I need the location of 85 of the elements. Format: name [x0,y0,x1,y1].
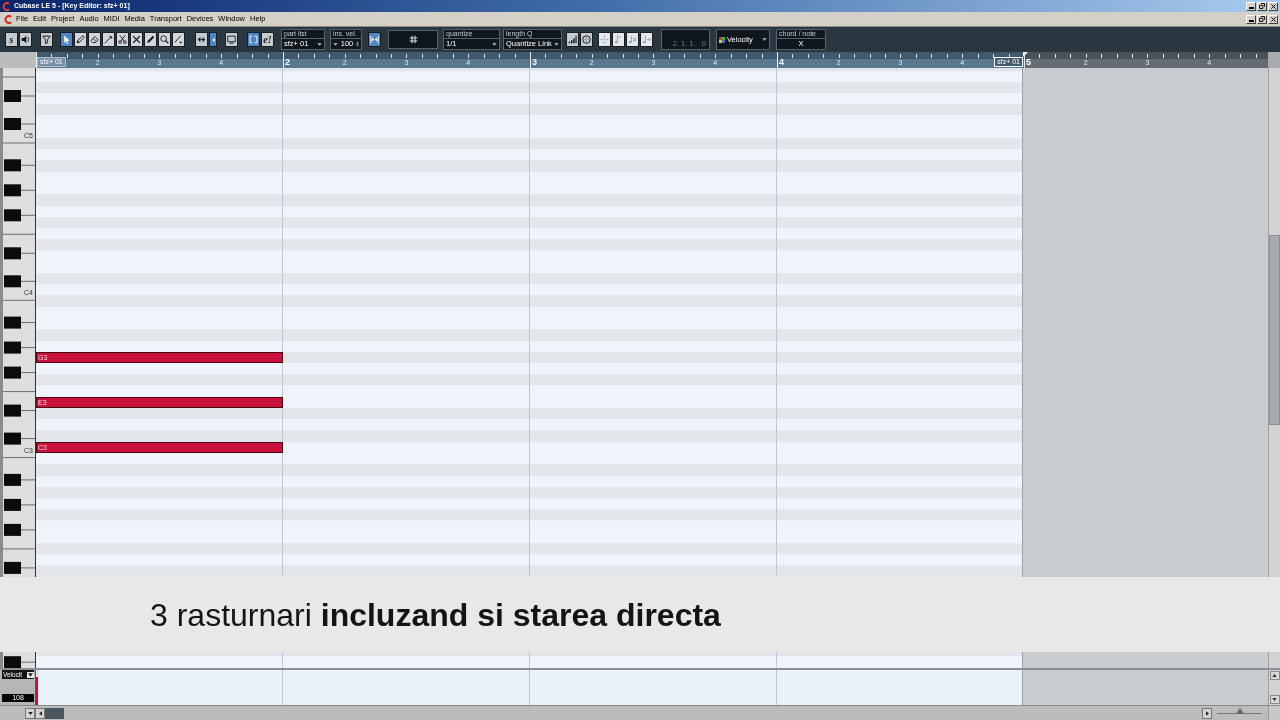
pen-icon [146,35,155,44]
note-arrow-icon [642,35,651,44]
dots-icon [600,35,609,44]
tool-button[interactable] [144,32,157,47]
caret-icon [27,711,33,715]
tool-button[interactable] [116,32,129,47]
level-bars-icon [568,35,577,44]
caret-icon [554,42,559,46]
scrollbar-thumb[interactable] [1269,235,1280,425]
close-button[interactable] [1268,14,1278,24]
minimize-button[interactable] [1246,1,1256,11]
caret-icon [762,38,767,41]
toggle-button[interactable] [225,32,238,47]
scroll-down-button[interactable] [1269,695,1280,704]
minimize-button[interactable] [1246,14,1256,24]
close-button[interactable] [1268,1,1278,11]
scissors-icon [118,35,127,44]
line-caret-icon [174,35,183,44]
end-marker-icon [1023,52,1028,57]
toggle-button[interactable]: e! [261,32,274,47]
brackets-icon [249,35,258,44]
tool-button[interactable] [74,32,87,47]
restore-button[interactable] [1257,14,1267,24]
speaker-icon [21,35,30,44]
tool-button[interactable] [60,32,73,47]
bar-number: 2 [285,58,290,67]
toggle-button[interactable] [195,32,208,47]
caret-icon [317,42,322,46]
eraser-icon [90,35,99,44]
restore-button[interactable] [1257,1,1267,11]
bar-number: 3 [532,58,537,67]
caption-text: 3 rasturnari incluzand si starea directa [150,596,721,633]
left-triangle-icon [210,35,216,44]
close-icon [1270,3,1276,9]
dropdown-button[interactable] [25,707,35,719]
minimize-icon [1248,6,1254,9]
hash-icon [408,35,418,44]
caret-icon [492,42,497,46]
hash-button[interactable] [388,30,438,49]
minimize-icon [1248,19,1254,22]
caret-icon [333,42,338,46]
tool-button[interactable] [172,32,185,47]
toggle-button[interactable] [209,32,217,47]
scrollbar-thumb[interactable] [45,707,64,719]
slider-thumb[interactable] [1235,707,1244,714]
toggle-button[interactable] [40,32,53,47]
bar-number: 4 [779,58,784,67]
caret-icon [27,671,34,678]
monitor-icon [227,35,236,44]
toggle-button[interactable]: s [5,32,18,47]
toggle-button[interactable] [368,32,381,47]
double-arrow-icon [197,35,206,44]
down-arrow-icon [1272,698,1277,701]
note-icon [614,35,623,44]
cross-icon [132,35,141,44]
tool-button[interactable] [158,32,171,47]
snap-arrows-icon [370,35,379,44]
tool-button[interactable] [88,32,101,47]
restore-icon [1259,3,1265,9]
restore-icon [1259,16,1265,22]
up-arrow-icon [1272,674,1277,677]
left-arrow-icon [38,710,42,716]
bar-number: 5 [1026,58,1031,67]
close-icon [1270,16,1276,22]
tool-button[interactable] [102,32,115,47]
toggle-button[interactable] [580,32,593,47]
note-sharp-icon [628,35,637,44]
scroll-up-button[interactable] [1269,671,1280,680]
funnel-icon [42,35,51,44]
right-arrow-icon [1205,710,1209,716]
ruler-corner [1268,52,1280,68]
marker-icon [104,35,113,44]
vertical-scrollbar [1268,652,1280,668]
scroll-right-button[interactable] [1202,707,1212,719]
pointer-icon [62,35,71,44]
scroll-left-button[interactable] [35,707,45,719]
circle-dots-icon [582,35,591,44]
spin-arrows-icon [356,41,359,47]
toggle-button[interactable] [19,32,32,47]
toggle-button[interactable] [566,32,579,47]
toggle-button[interactable] [247,32,260,47]
magnifier-icon [160,35,169,44]
color-grid-icon [719,36,725,43]
tool-button[interactable] [130,32,143,47]
pencil-icon [76,35,85,44]
